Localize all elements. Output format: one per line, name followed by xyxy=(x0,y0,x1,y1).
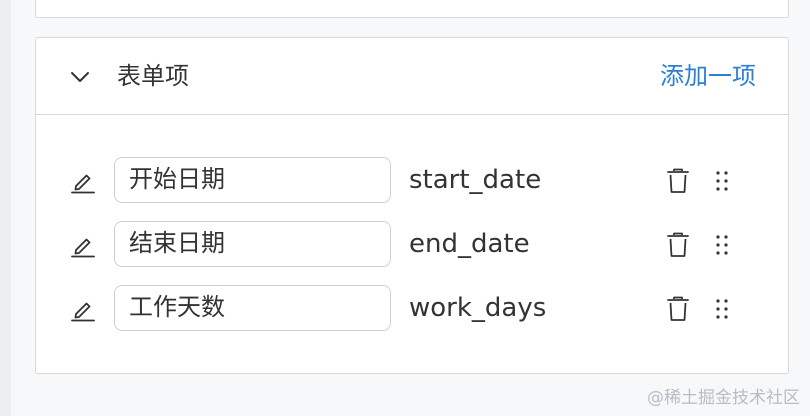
trash-icon[interactable] xyxy=(665,167,691,195)
form-items-card: 表单项 添加一项 开始日期 start_date 结束日期 end_date 工… xyxy=(35,37,789,374)
left-scroll-rail xyxy=(0,0,11,416)
pencil-icon[interactable] xyxy=(70,296,96,322)
form-item-row: 结束日期 end_date xyxy=(36,220,788,270)
pencil-icon[interactable] xyxy=(70,232,96,258)
field-key: start_date xyxy=(409,165,542,195)
drag-handle-icon[interactable] xyxy=(714,233,730,257)
add-item-link[interactable]: 添加一项 xyxy=(660,58,756,94)
previous-panel-edge xyxy=(35,0,789,18)
form-item-row: 工作天数 work_days xyxy=(36,284,788,334)
drag-handle-icon[interactable] xyxy=(714,297,730,321)
field-label-input[interactable]: 工作天数 xyxy=(114,285,391,331)
field-key: end_date xyxy=(409,229,530,259)
field-label-input[interactable]: 结束日期 xyxy=(114,221,391,267)
trash-icon[interactable] xyxy=(665,295,691,323)
form-item-row: 开始日期 start_date xyxy=(36,156,788,206)
drag-handle-icon[interactable] xyxy=(714,169,730,193)
watermark-text: @稀土掘金技术社区 xyxy=(647,388,800,408)
card-header[interactable]: 表单项 添加一项 xyxy=(36,38,788,115)
section-title: 表单项 xyxy=(117,62,189,90)
field-key: work_days xyxy=(409,293,547,323)
pencil-icon[interactable] xyxy=(70,168,96,194)
trash-icon[interactable] xyxy=(665,231,691,259)
field-label-input[interactable]: 开始日期 xyxy=(114,157,391,203)
chevron-down-icon[interactable] xyxy=(69,66,91,88)
